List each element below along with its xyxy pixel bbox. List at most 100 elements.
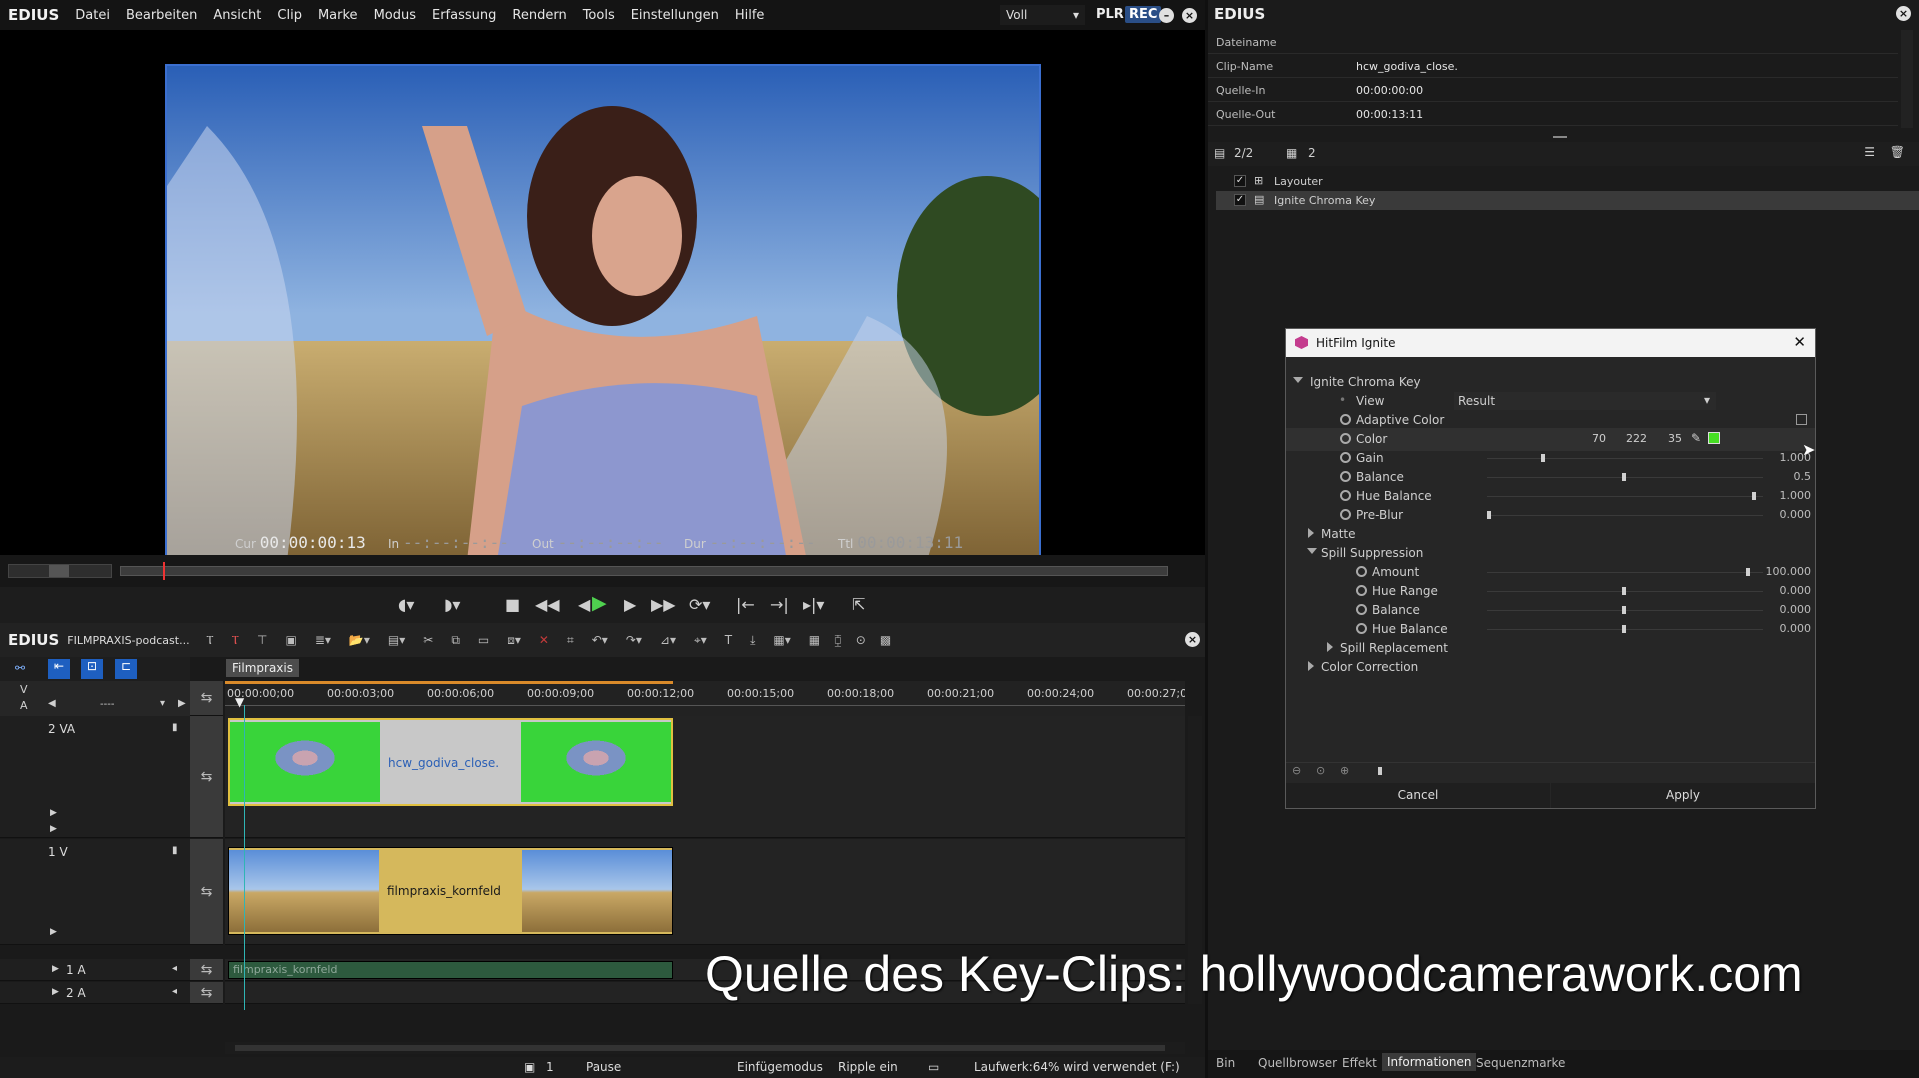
param-value[interactable]: 100.000: [1766, 565, 1812, 578]
track-sync-icon[interactable]: ⇆: [190, 839, 223, 945]
clip-kornfeld-audio[interactable]: filmpraxis_kornfeld: [228, 961, 673, 979]
expand-icon[interactable]: ▶: [50, 927, 57, 937]
color-r-value[interactable]: 70: [1592, 432, 1606, 445]
speaker-icon[interactable]: ◂: [172, 986, 177, 997]
menu-erfassung[interactable]: Erfassung: [424, 8, 504, 23]
title-icon[interactable]: T: [725, 633, 732, 647]
menu-datei[interactable]: Datei: [67, 8, 118, 23]
delete-icon[interactable]: ✕: [539, 633, 549, 647]
tab-informationen[interactable]: Informationen: [1382, 1053, 1477, 1071]
menu-clip[interactable]: Clip: [269, 8, 310, 23]
effect-enable-checkbox[interactable]: ✓: [1234, 194, 1246, 206]
param-value[interactable]: 0.000: [1780, 508, 1812, 521]
info-scrollbar[interactable]: [1901, 30, 1913, 128]
set-in-icon[interactable]: Ⲧ: [206, 633, 213, 648]
paste-icon[interactable]: ▭: [478, 633, 489, 647]
ripple-tool-icon[interactable]: ⇤: [48, 659, 70, 679]
sequence-tab[interactable]: Filmpraxis: [226, 659, 299, 677]
time-ruler[interactable]: 00:00:00;00 00:00:03;00 00:00:06;00 00:0…: [225, 681, 1185, 716]
param-value[interactable]: 0.000: [1780, 584, 1812, 597]
effect-item-chroma-key[interactable]: ✓ ▤ Ignite Chroma Key: [1216, 191, 1919, 210]
keyframe-icon[interactable]: [1356, 566, 1367, 577]
view-select[interactable]: Result ▾: [1454, 392, 1716, 410]
param-value[interactable]: 0.000: [1780, 603, 1812, 616]
menu-einstellungen[interactable]: Einstellungen: [623, 8, 727, 23]
clip-kornfeld[interactable]: filmpraxis_kornfeld: [228, 847, 673, 935]
expand-icon[interactable]: ▶: [52, 964, 59, 974]
tab-bin[interactable]: Bin: [1216, 1056, 1235, 1070]
expand-icon[interactable]: ▶: [52, 987, 59, 997]
next-keyframe-icon[interactable]: ⊕: [1340, 764, 1349, 777]
slider-knob[interactable]: [1622, 587, 1626, 595]
menu-bearbeiten[interactable]: Bearbeiten: [118, 8, 205, 23]
add-keyframe-icon[interactable]: ⊙: [1316, 764, 1325, 777]
speaker-icon[interactable]: ◂: [172, 963, 177, 974]
expand-icon[interactable]: [1308, 528, 1314, 538]
keyframe-icon[interactable]: [1356, 585, 1367, 596]
shuttle-slider[interactable]: [8, 564, 112, 578]
timeline-playhead-icon[interactable]: ▼: [235, 695, 244, 709]
fast-forward-icon[interactable]: ▶▶: [651, 595, 676, 614]
hue-balance-slider[interactable]: [1487, 492, 1763, 500]
track-lock-icon[interactable]: ▮: [172, 722, 178, 733]
menu-hilfe[interactable]: Hilfe: [727, 8, 773, 23]
paste-insert-icon[interactable]: ⧈▾: [507, 633, 521, 648]
minimize-icon[interactable]: –: [1159, 8, 1174, 23]
open-folder-icon[interactable]: 📂▾: [349, 633, 370, 647]
slider-knob[interactable]: [1751, 492, 1756, 500]
sync-tool-icon[interactable]: ⊡: [81, 659, 103, 679]
prev-edit-icon[interactable]: |←: [736, 595, 755, 614]
export-icon[interactable]: ⇱: [852, 595, 865, 614]
position-slider[interactable]: [120, 562, 1168, 580]
expand-icon[interactable]: ▶: [50, 824, 57, 834]
effect-enable-checkbox[interactable]: ✓: [1234, 175, 1246, 187]
grid-icon[interactable]: ▦: [809, 633, 820, 647]
track-mode-icon[interactable]: ⚯: [15, 661, 25, 675]
menu-ansicht[interactable]: Ansicht: [205, 8, 269, 23]
collapse-icon[interactable]: [1293, 377, 1303, 383]
play-icon[interactable]: ▶: [592, 592, 607, 614]
keyframe-icon[interactable]: [1340, 490, 1351, 501]
prev-keyframe-icon[interactable]: ⊖: [1292, 764, 1301, 777]
hue-range-slider[interactable]: [1487, 587, 1763, 595]
track-sync-icon[interactable]: ⇆: [190, 716, 223, 838]
expand-icon[interactable]: ▶: [50, 808, 57, 818]
cancel-button[interactable]: Cancel: [1286, 783, 1550, 808]
audio-selector-chevron-icon[interactable]: ▾: [160, 698, 165, 709]
view-mode-select[interactable]: Voll ▾: [1000, 5, 1085, 25]
tab-sequenzmarke[interactable]: Sequenzmarke: [1476, 1056, 1565, 1070]
insert-to-timeline-icon[interactable]: ▸|▾: [803, 595, 824, 614]
timeline-close-icon[interactable]: ×: [1185, 632, 1200, 647]
list-view-icon[interactable]: ☰: [1864, 145, 1875, 159]
video-layout-icon[interactable]: ▦▾: [773, 633, 790, 647]
horizontal-scrollbar[interactable]: [225, 1042, 1185, 1054]
keyboard-icon[interactable]: ▩: [880, 633, 891, 647]
mark-in-icon[interactable]: ◖▾: [398, 595, 414, 614]
layer-icon[interactable]: ≣▾: [315, 633, 331, 647]
slider-knob[interactable]: [1541, 454, 1545, 462]
download-icon[interactable]: ⤓: [750, 633, 755, 648]
track-header-2va[interactable]: 2 VA ▮ ▶ ▶: [0, 716, 190, 838]
key-color-swatch[interactable]: [1708, 432, 1720, 444]
monitor-playhead[interactable]: [162, 562, 165, 580]
close-icon[interactable]: ×: [1182, 8, 1197, 23]
keyframe-icon[interactable]: [1356, 604, 1367, 615]
menu-marke[interactable]: Marke: [310, 8, 366, 23]
tab-effekt[interactable]: Effekt: [1342, 1056, 1377, 1070]
expand-icon[interactable]: [1308, 661, 1314, 671]
plr-label[interactable]: PLR: [1096, 7, 1124, 22]
slider-knob[interactable]: [1622, 473, 1626, 481]
color-g-value[interactable]: 222: [1626, 432, 1647, 445]
expand-icon[interactable]: [1327, 642, 1333, 652]
cut-icon[interactable]: ✂: [423, 633, 433, 647]
marker-icon[interactable]: ⊤: [257, 633, 267, 647]
stop-icon[interactable]: ■: [505, 595, 520, 614]
snapshot-icon[interactable]: ▣: [286, 633, 297, 647]
menu-modus[interactable]: Modus: [366, 8, 424, 23]
keyframe-playhead[interactable]: [1378, 767, 1382, 775]
spill-hue-balance-slider[interactable]: [1487, 625, 1763, 633]
loop-icon[interactable]: ⟳▾: [689, 595, 710, 614]
track-lane-1v[interactable]: filmpraxis_kornfeld: [225, 839, 1185, 945]
panel-close-icon[interactable]: ×: [1896, 6, 1911, 21]
section-color-correction[interactable]: Color Correction: [1286, 656, 1815, 679]
